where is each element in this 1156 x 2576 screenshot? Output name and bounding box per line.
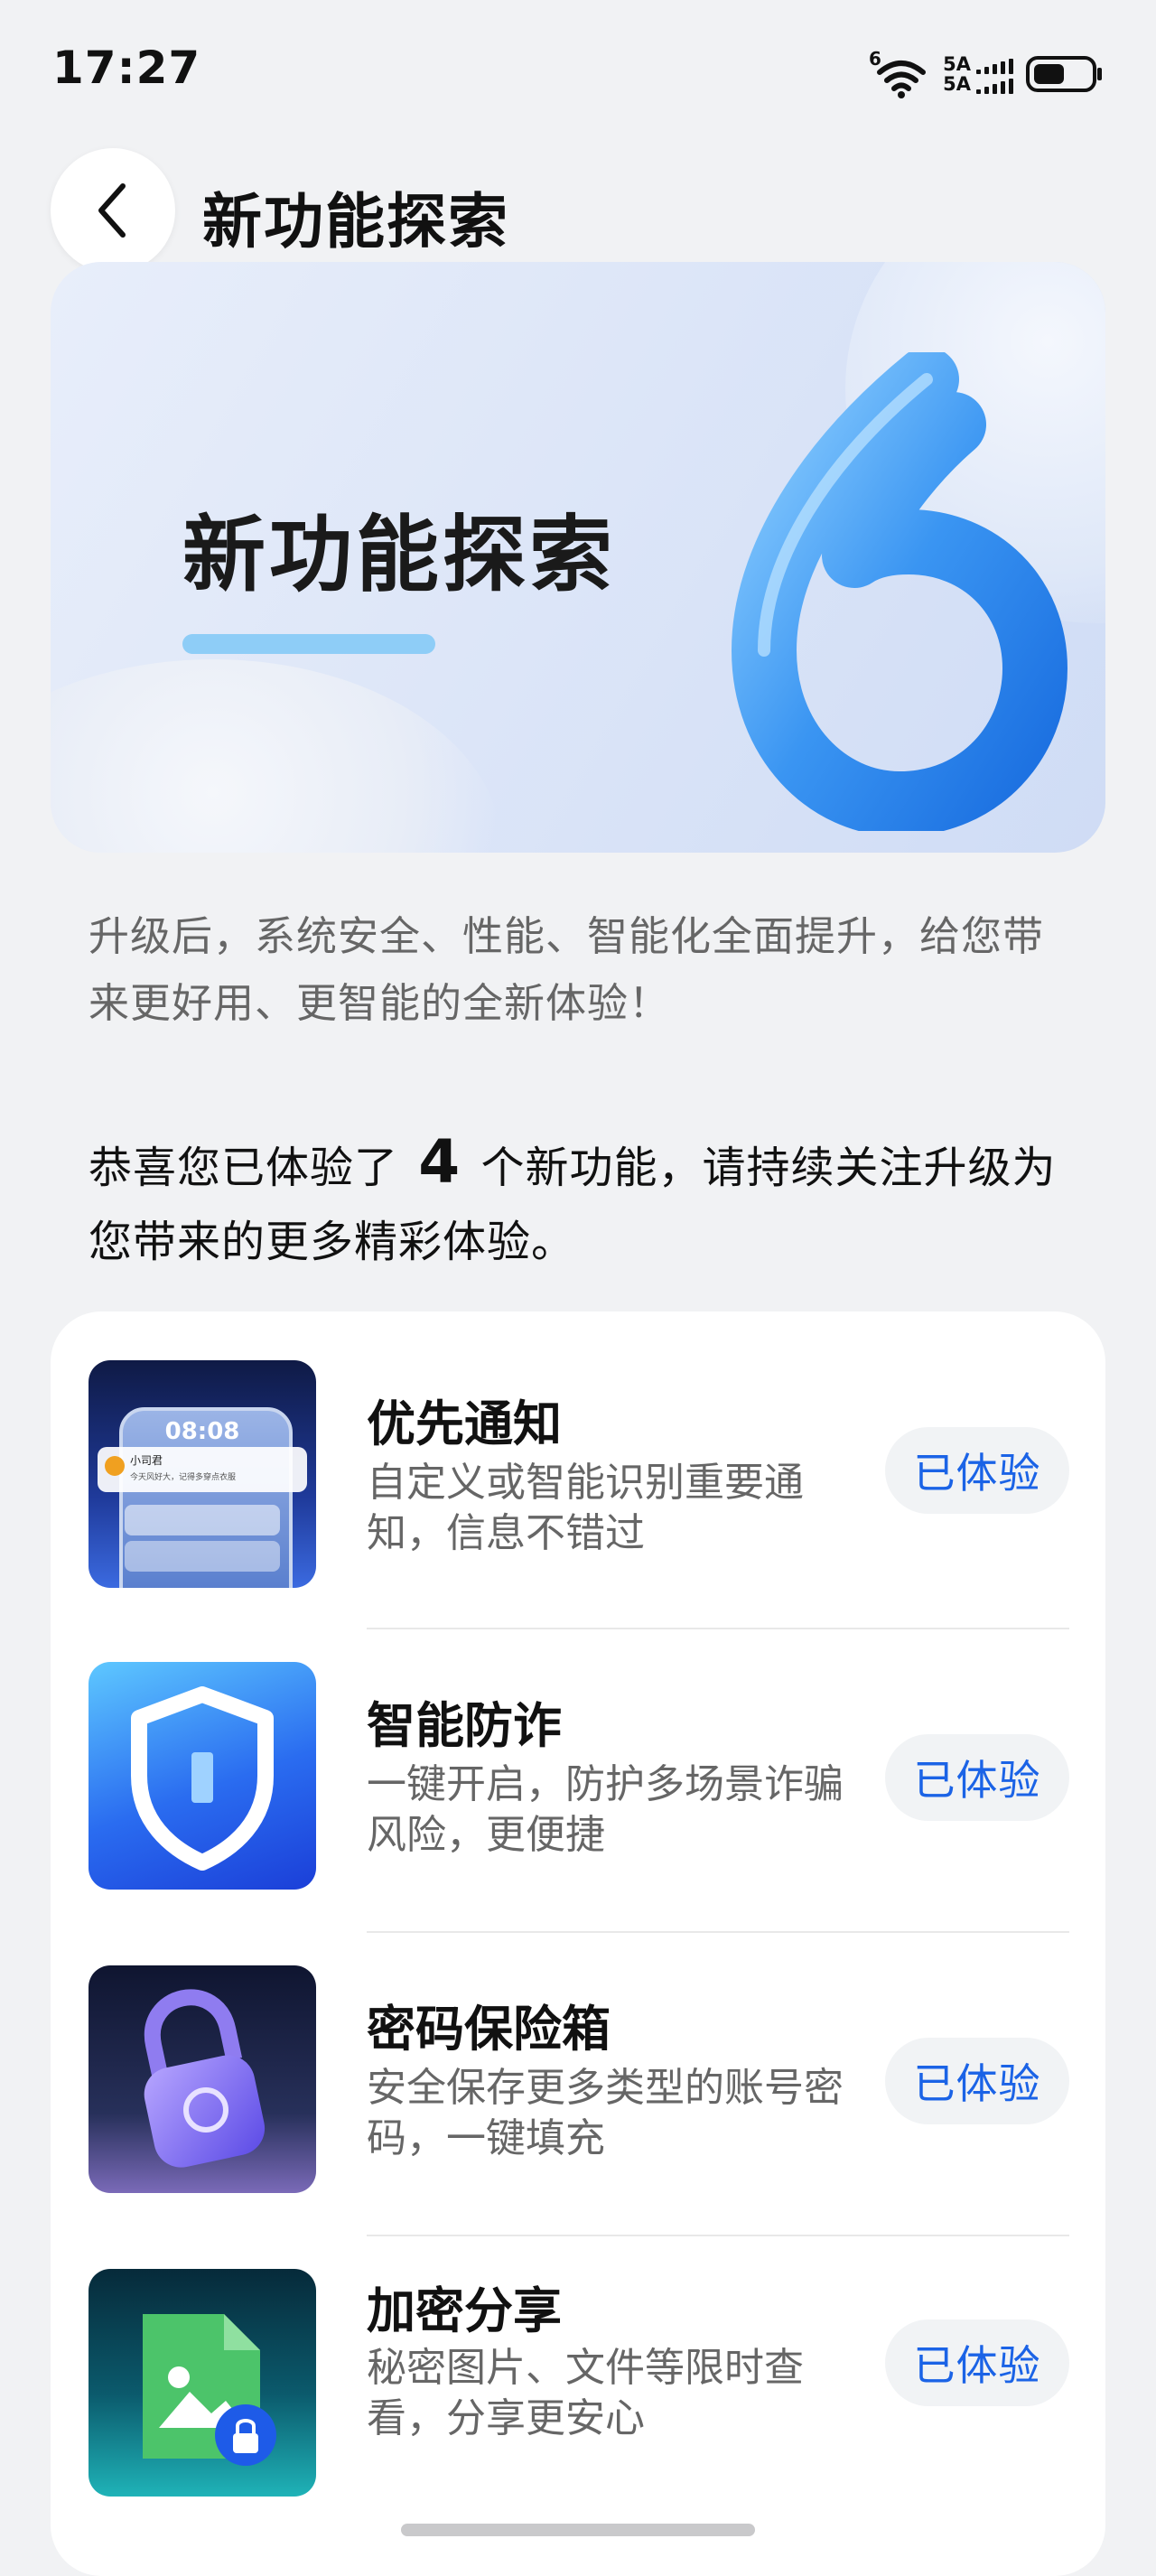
hero-banner: 新功能探索 xyxy=(51,262,1105,853)
status-icons: 6 5A 5A xyxy=(867,47,1104,101)
progress-prefix: 恭喜您已体验了 xyxy=(89,1143,399,1193)
thumbnail-time: 08:08 xyxy=(164,1418,240,1445)
feature-item-priority-notification[interactable]: 08:08 小司君 今天风好大，记得多穿点衣服 优先通知 自定义或智能识别重要通… xyxy=(51,1311,1105,1615)
chevron-left-icon xyxy=(98,183,126,238)
banner-underline xyxy=(182,634,435,654)
back-button[interactable] xyxy=(51,148,175,273)
feature-item-anti-fraud[interactable]: 智能防诈 一键开启，防护多场景诈骗风险，更便捷 已体验 xyxy=(51,1629,1105,1933)
encrypted-share-thumbnail xyxy=(89,2269,316,2497)
version-six-graphic xyxy=(732,352,1067,831)
feature-item-encrypted-share[interactable]: 加密分享 秘密图片、文件等限时查看，分享更安心 已体验 xyxy=(51,2236,1105,2540)
sim2-label: 5A xyxy=(943,73,971,95)
status-time: 17:27 xyxy=(52,42,201,94)
intro-text: 升级后，系统安全、性能、智能化全面提升，给您带来更好用、更智能的全新体验！ xyxy=(89,912,1045,1027)
banner-title: 新功能探索 xyxy=(182,507,617,603)
page-title: 新功能探索 xyxy=(202,187,509,257)
feature-description: 一键开启，防护多场景诈骗风险，更便捷 xyxy=(367,1761,844,1858)
signal-icon: 5A 5A xyxy=(943,54,1013,94)
battery-icon xyxy=(1026,56,1102,92)
banner-decoration xyxy=(51,659,502,853)
wifi-generation-label: 6 xyxy=(869,49,881,70)
feature-name: 加密分享 xyxy=(367,2282,562,2339)
feature-description: 自定义或智能识别重要通知，信息不错过 xyxy=(367,1460,804,1556)
feature-name: 密码保险箱 xyxy=(367,2001,611,2058)
thumbnail-sender: 小司君 xyxy=(130,1454,163,1467)
feature-item-password-vault[interactable]: 密码保险箱 安全保存更多类型的账号密码，一键填充 已体验 xyxy=(51,1933,1105,2236)
experienced-button[interactable]: 已体验 xyxy=(885,1427,1069,1514)
password-vault-thumbnail xyxy=(89,1965,316,2193)
experienced-count: 4 xyxy=(418,1127,461,1197)
priority-notification-thumbnail: 08:08 小司君 今天风好大，记得多穿点衣服 xyxy=(89,1360,316,1588)
feature-name: 优先通知 xyxy=(367,1395,562,1452)
lock-icon xyxy=(144,1989,266,2168)
thumbnail-message: 今天风好大，记得多穿点衣服 xyxy=(130,1473,237,1482)
image-file-icon xyxy=(143,2314,276,2466)
status-bar: 17:27 6 5A 5A xyxy=(0,0,1156,135)
feature-description: 安全保存更多类型的账号密码，一键填充 xyxy=(367,2065,844,2161)
progress-text: 恭喜您已体验了 4 个新功能，请持续关注升级为您带来的更多精彩体验。 xyxy=(89,1125,1082,1279)
wifi-icon: 6 xyxy=(869,49,927,98)
experienced-button[interactable]: 已体验 xyxy=(885,1734,1069,1821)
experienced-button[interactable]: 已体验 xyxy=(885,2319,1069,2406)
feature-list: 08:08 小司君 今天风好大，记得多穿点衣服 优先通知 自定义或智能识别重要通… xyxy=(51,1311,1105,2576)
experienced-button[interactable]: 已体验 xyxy=(885,2038,1069,2124)
anti-fraud-thumbnail xyxy=(89,1662,316,1890)
feature-name: 智能防诈 xyxy=(367,1697,562,1754)
sim1-label: 5A xyxy=(943,53,971,75)
home-indicator[interactable] xyxy=(401,2524,755,2536)
shield-icon xyxy=(131,1686,274,1871)
feature-description: 秘密图片、文件等限时查看，分享更安心 xyxy=(367,2345,804,2441)
